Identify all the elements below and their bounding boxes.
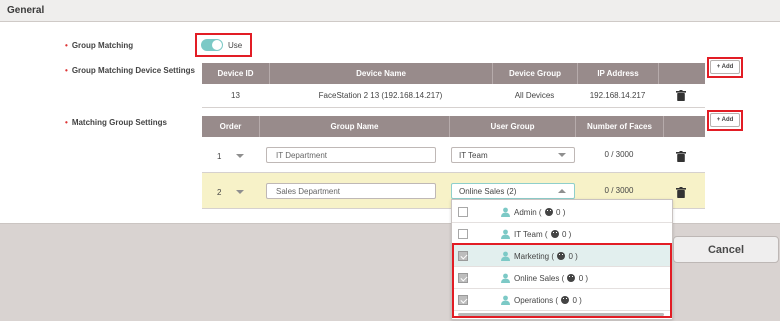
face-icon [544,208,553,216]
option-checkbox[interactable] [458,207,468,217]
face-icon [550,230,559,238]
trash-icon[interactable] [676,90,686,101]
section-title: General [7,5,45,16]
caret-down-icon[interactable] [236,154,244,158]
group-matching-label-text: Group Matching [71,41,134,50]
user-group-select[interactable]: IT Team [451,147,575,163]
device-settings-label: • Group Matching Device Settings [65,66,195,75]
device-table-header: Device ID Device Name Device Group IP Ad… [202,63,705,84]
dropdown-option-admin[interactable]: Admin ( 0 ) [452,201,672,223]
col-device-group: Device Group [492,63,577,84]
matching-groups-label-text: Matching Group Settings [71,118,167,127]
option-label: IT Team ( 0 ) [514,230,571,239]
col-ip-address: IP Address [577,63,658,84]
group-name-input[interactable]: Sales Department [266,183,436,199]
section-header: General [0,0,780,22]
col-user-group: User Group [449,116,575,137]
trash-icon[interactable] [676,187,686,198]
annotation-box-checked-groups [452,243,672,318]
col-device-id: Device ID [217,69,254,78]
device-settings-label-text: Group Matching Device Settings [71,66,195,75]
col-number-of-faces: Number of Faces [575,116,663,137]
col-group-actions [663,116,705,137]
option-count: 0 ) [556,208,566,217]
col-device-name: Device Name [269,63,492,84]
order-number: 2 [217,188,222,197]
option-count: 0 ) [561,230,572,239]
option-name: IT Team ( [514,230,548,239]
cancel-button[interactable]: Cancel [673,236,779,263]
user-group-select-value: IT Team [459,150,488,160]
caret-down-icon[interactable] [236,190,244,194]
group-matching-toggle[interactable] [201,39,223,51]
matching-groups-label: • Matching Group Settings [65,118,167,127]
faces-count: 0 / 3000 [604,150,634,159]
caret-up-icon [558,189,566,193]
caret-down-icon [558,153,566,157]
col-device-actions [658,63,705,84]
device-group: All Devices [514,91,555,100]
user-group-select-value: Online Sales (2) [459,186,517,196]
group-matching-label: • Group Matching [65,41,134,50]
trash-icon[interactable] [676,151,686,162]
add-device-button[interactable]: + Add [710,60,740,74]
device-id: 13 [231,91,240,100]
col-order: Order [219,122,242,131]
user-icon [501,229,510,239]
order-number: 1 [217,152,222,161]
col-group-name: Group Name [259,116,449,137]
toggle-knob [212,40,222,50]
add-group-button[interactable]: + Add [710,113,740,127]
device-name: FaceStation 2 13 (192.168.14.217) [318,91,443,100]
dropdown-option-it-team[interactable]: IT Team ( 0 ) [452,223,672,245]
ip-address: 192.168.14.217 [589,91,646,100]
table-row: 13 FaceStation 2 13 (192.168.14.217) All… [202,84,705,108]
option-name: Admin ( [514,208,542,217]
user-icon [501,207,510,217]
user-group-select-open[interactable]: Online Sales (2) [451,183,575,199]
group-matching-toggle-label: Use [228,41,243,50]
group-table-header: Order Group Name User Group Number of Fa… [202,116,705,137]
group-name-input[interactable]: IT Department [266,147,436,163]
option-label: Admin ( 0 ) [514,208,565,217]
option-checkbox[interactable] [458,229,468,239]
